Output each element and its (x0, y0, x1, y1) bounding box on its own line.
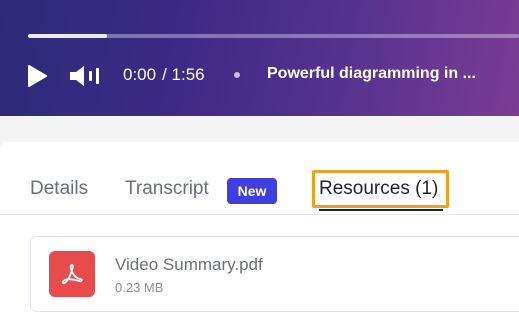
tab-details[interactable]: Details (30, 177, 88, 201)
duration: / 1:56 (162, 65, 205, 84)
separator-dot (234, 72, 240, 78)
resource-file-item[interactable] (30, 236, 519, 312)
active-tab-indicator (319, 209, 443, 211)
play-button[interactable] (25, 64, 49, 88)
video-player: 0:00 / 1:56 Powerful diagramming in ... (0, 0, 519, 116)
volume-button[interactable] (69, 64, 103, 88)
play-icon (28, 65, 47, 87)
pdf-icon (61, 264, 83, 285)
tab-resources[interactable]: Resources (1) (319, 177, 438, 201)
tabs-divider (0, 214, 519, 215)
pdf-file-icon (49, 251, 95, 297)
progress-bar[interactable] (28, 34, 519, 38)
file-name[interactable]: Video Summary.pdf (115, 255, 263, 275)
tab-transcript[interactable]: Transcript (125, 177, 209, 201)
volume-icon (70, 66, 99, 86)
current-time: 0:00 (123, 65, 157, 84)
video-title: Powerful diagramming in ... (267, 65, 476, 82)
file-size: 0.23 MB (115, 280, 164, 295)
new-badge: New (227, 178, 277, 204)
time-display: 0:00 / 1:56 (123, 64, 205, 86)
progress-bar-fill (28, 34, 107, 38)
